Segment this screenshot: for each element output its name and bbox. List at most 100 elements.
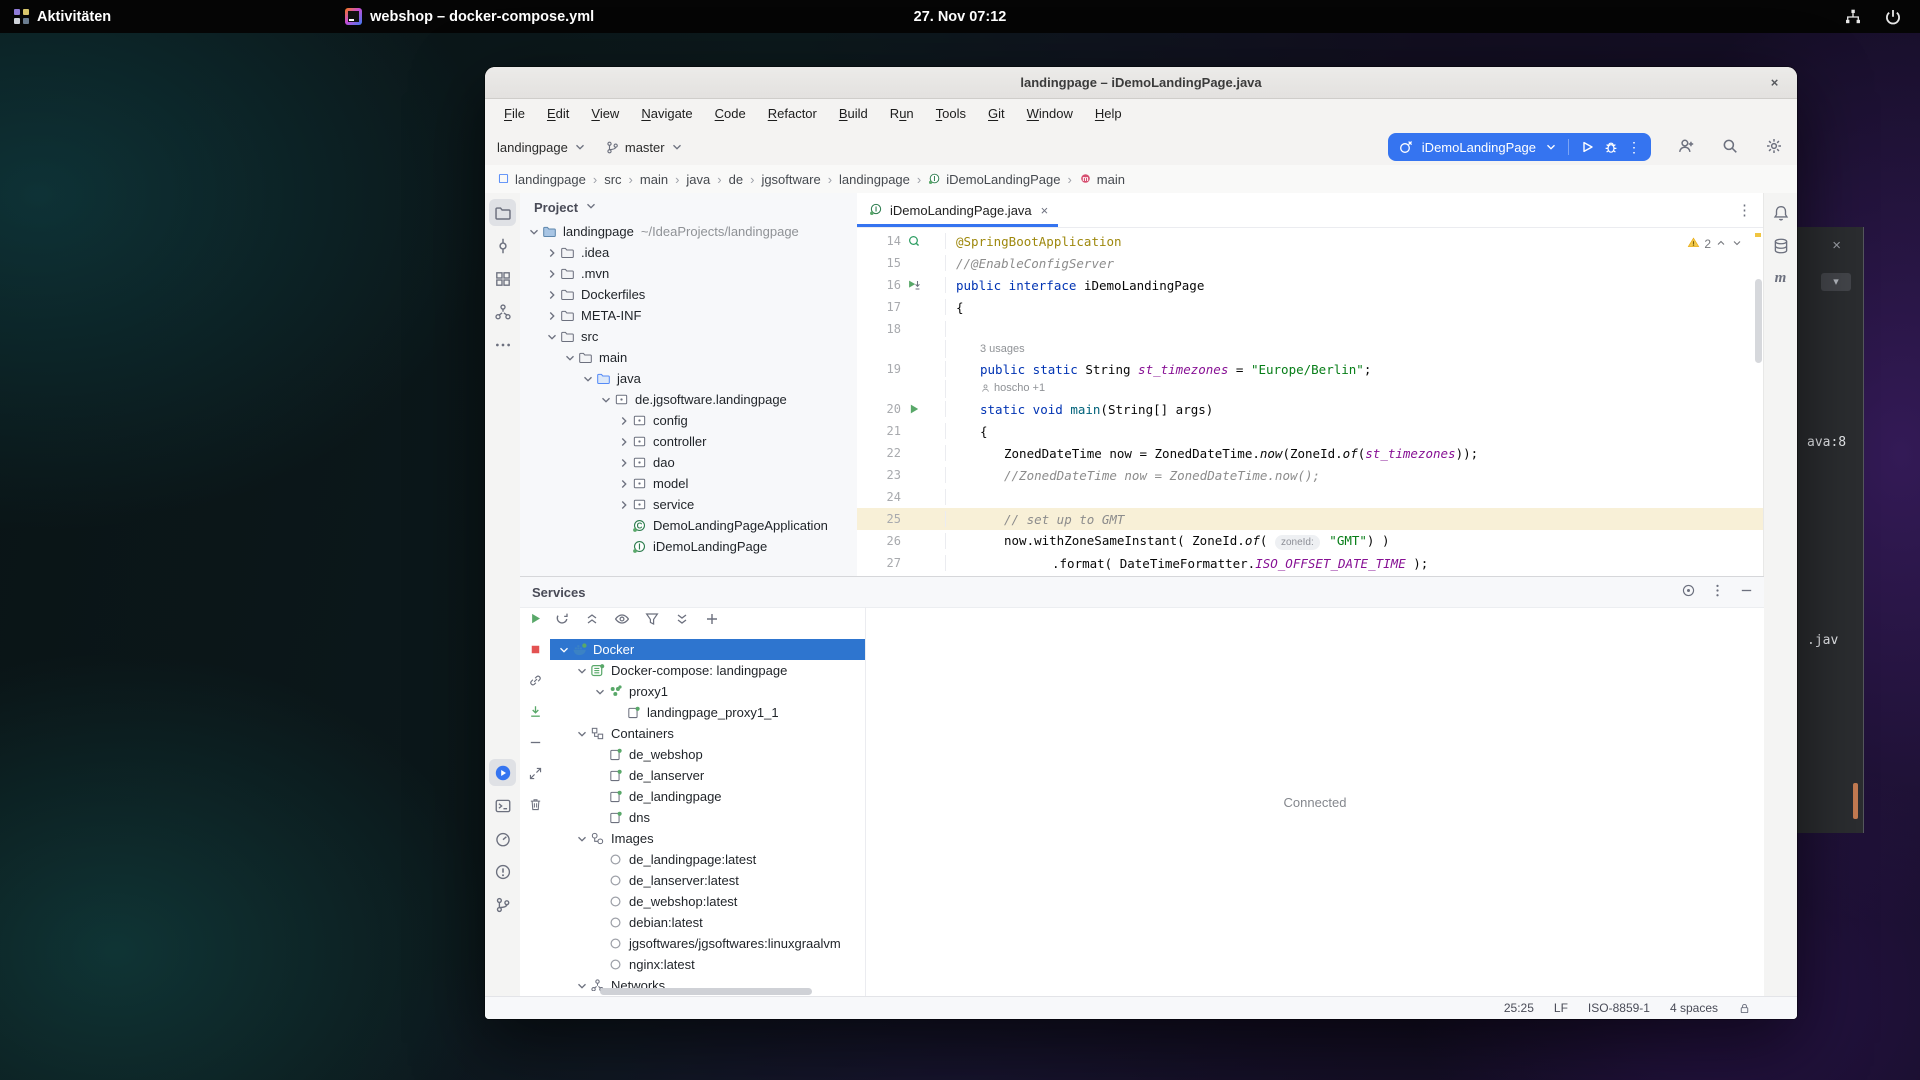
services-tree-item-de-webshop-latest[interactable]: de_webshop:latest bbox=[550, 891, 865, 912]
chevron-down-icon[interactable] bbox=[562, 350, 578, 366]
services-tree-item-de-landingpage-latest[interactable]: de_landingpage:latest bbox=[550, 849, 865, 870]
project-tree-item-controller[interactable]: controller bbox=[520, 431, 857, 452]
chevron-down-icon[interactable] bbox=[526, 224, 542, 240]
project-tree-item-config[interactable]: config bbox=[520, 410, 857, 431]
collapse-button[interactable] bbox=[584, 611, 600, 632]
deploy-button[interactable] bbox=[528, 704, 543, 724]
project-tree-item-idemolandingpage[interactable]: IiDemoLandingPage bbox=[520, 536, 857, 557]
maven-tool-button[interactable]: m bbox=[1767, 265, 1794, 292]
window-close-button[interactable]: × bbox=[1766, 74, 1783, 91]
chevron-right-icon[interactable] bbox=[544, 308, 560, 324]
project-tree-item-service[interactable]: service bbox=[520, 494, 857, 515]
chevron-down-icon[interactable] bbox=[592, 684, 608, 700]
stop-button[interactable] bbox=[528, 642, 543, 662]
filter-button[interactable] bbox=[644, 611, 660, 632]
project-tree-item-main[interactable]: main bbox=[520, 347, 857, 368]
menu-tools[interactable]: Tools bbox=[925, 99, 977, 129]
run-button[interactable] bbox=[1579, 139, 1595, 155]
services-tree-item-containers[interactable]: Containers bbox=[550, 723, 865, 744]
project-tree-item-demolandingpageapplication[interactable]: CDemoLandingPageApplication bbox=[520, 515, 857, 536]
refresh-button[interactable] bbox=[554, 611, 570, 632]
inspections-widget[interactable]: 2 bbox=[1684, 235, 1746, 253]
editor-area[interactable]: I iDemoLandingPage.java × ⋮ 2 14@SpringB… bbox=[857, 193, 1764, 576]
close-tab-icon[interactable]: × bbox=[1039, 203, 1049, 218]
code-line-14[interactable]: 14@SpringBootApplication bbox=[857, 230, 1764, 252]
code-view[interactable]: 14@SpringBootApplication15//@EnableConfi… bbox=[857, 227, 1764, 576]
chevron-right-icon[interactable] bbox=[616, 497, 632, 513]
focused-app-menu[interactable]: webshop – docker-compose.yml bbox=[331, 0, 608, 33]
notifications-tool-button[interactable] bbox=[1767, 199, 1794, 226]
breadcrumb-item-main[interactable]: main bbox=[640, 172, 668, 187]
menu-help[interactable]: Help bbox=[1084, 99, 1133, 129]
editor-scrollbar[interactable] bbox=[1755, 279, 1762, 363]
project-tree-item-java[interactable]: java bbox=[520, 368, 857, 389]
remove-button[interactable] bbox=[528, 735, 543, 755]
code-line-22[interactable]: 22ZonedDateTime now = ZonedDateTime.now(… bbox=[857, 442, 1764, 464]
chevron-right-icon[interactable] bbox=[616, 455, 632, 471]
problems-tool-button[interactable] bbox=[489, 858, 516, 885]
breadcrumb-item-de[interactable]: de bbox=[729, 172, 743, 187]
indent-style[interactable]: 4 spaces bbox=[1670, 1001, 1718, 1015]
minimize-icon[interactable] bbox=[1739, 583, 1754, 601]
breadcrumb-item-landingpage[interactable]: landingpage bbox=[497, 172, 586, 188]
menu-navigate[interactable]: Navigate bbox=[630, 99, 703, 129]
code-line-21[interactable]: 21{ bbox=[857, 420, 1764, 442]
window-titlebar[interactable]: landingpage – iDemoLandingPage.java × bbox=[485, 67, 1797, 99]
search-button[interactable] bbox=[1721, 137, 1739, 158]
file-encoding[interactable]: ISO-8859-1 bbox=[1588, 1001, 1650, 1015]
menu-git[interactable]: Git bbox=[977, 99, 1016, 129]
menu-code[interactable]: Code bbox=[704, 99, 757, 129]
project-panel-header[interactable]: Project bbox=[520, 193, 857, 221]
services-tree-item-de-landingpage[interactable]: de_landingpage bbox=[550, 786, 865, 807]
services-tree-item-de-lanserver-latest[interactable]: de_lanserver:latest bbox=[550, 870, 865, 891]
chevron-down-icon[interactable] bbox=[598, 392, 614, 408]
chevron-down-icon[interactable] bbox=[556, 642, 572, 658]
run-gutter-icon[interactable] bbox=[907, 401, 946, 417]
database-tool-button[interactable] bbox=[1767, 232, 1794, 259]
menu-edit[interactable]: Edit bbox=[536, 99, 580, 129]
chevron-right-icon[interactable] bbox=[544, 287, 560, 303]
bg-window-dropdown[interactable]: ▾ bbox=[1821, 273, 1851, 291]
code-line-17[interactable]: 17{ bbox=[857, 296, 1764, 318]
chevron-down-icon[interactable] bbox=[574, 978, 590, 992]
breadcrumb-item-landingpage[interactable]: landingpage bbox=[839, 172, 910, 187]
project-tree-item-de-jgsoftware-landingpage[interactable]: de.jgsoftware.landingpage bbox=[520, 389, 857, 410]
power-icon[interactable] bbox=[1884, 8, 1902, 26]
services-tree-item-proxy1[interactable]: proxy1 bbox=[550, 681, 865, 702]
chevron-right-icon[interactable] bbox=[544, 245, 560, 261]
background-window[interactable]: × ▾ ava:8 .jav bbox=[1797, 227, 1864, 833]
menu-view[interactable]: View bbox=[580, 99, 630, 129]
breadcrumb-item-src[interactable]: src bbox=[604, 172, 621, 187]
menu-run[interactable]: Run bbox=[879, 99, 925, 129]
services-horizontal-scrollbar[interactable] bbox=[600, 988, 812, 995]
services-tree-item-docker-compose-landingpage[interactable]: Docker-compose: landingpage bbox=[550, 660, 865, 681]
services-tree-item-landingpage-proxy1-1[interactable]: landingpage_proxy1_1 bbox=[550, 702, 865, 723]
more-tool-button[interactable] bbox=[489, 331, 516, 358]
chevron-down-icon[interactable] bbox=[544, 329, 560, 345]
code-line-26[interactable]: 26now.withZoneSameInstant( ZoneId.of( zo… bbox=[857, 530, 1764, 552]
run-configuration-widget[interactable]: iDemoLandingPage ⋮ bbox=[1388, 133, 1651, 161]
clock[interactable]: 27. Nov 07:12 bbox=[0, 9, 1920, 25]
bg-window-scrollbar[interactable] bbox=[1853, 783, 1858, 819]
services-header[interactable]: Services bbox=[520, 577, 1764, 608]
hierarchy-tool-button[interactable] bbox=[489, 298, 516, 325]
chevron-down-icon[interactable] bbox=[574, 831, 590, 847]
attach-button[interactable] bbox=[528, 673, 543, 693]
breadcrumb-item-idemolandingpage[interactable]: IiDemoLandingPage bbox=[928, 172, 1060, 188]
author-inlay[interactable]: hoscho +1 bbox=[857, 380, 1764, 398]
kebab-icon[interactable] bbox=[1710, 583, 1725, 601]
more-actions-icon[interactable]: ⋮ bbox=[1627, 139, 1641, 156]
chevron-right-icon[interactable] bbox=[616, 476, 632, 492]
services-tree-item-docker[interactable]: Docker bbox=[550, 639, 865, 660]
terminal-tool-button[interactable] bbox=[489, 792, 516, 819]
target-icon[interactable] bbox=[1681, 583, 1696, 601]
project-tree-item-dockerfiles[interactable]: Dockerfiles bbox=[520, 284, 857, 305]
editor-tab[interactable]: I iDemoLandingPage.java × bbox=[857, 193, 1058, 227]
project-tree-item-src[interactable]: src bbox=[520, 326, 857, 347]
code-line-16[interactable]: 16public interface iDemoLandingPage bbox=[857, 274, 1764, 296]
preview-button[interactable] bbox=[614, 611, 630, 632]
line-separator[interactable]: LF bbox=[1554, 1001, 1568, 1015]
code-line-15[interactable]: 15//@EnableConfigServer bbox=[857, 252, 1764, 274]
menu-window[interactable]: Window bbox=[1016, 99, 1084, 129]
services-tree-item-debian-latest[interactable]: debian:latest bbox=[550, 912, 865, 933]
